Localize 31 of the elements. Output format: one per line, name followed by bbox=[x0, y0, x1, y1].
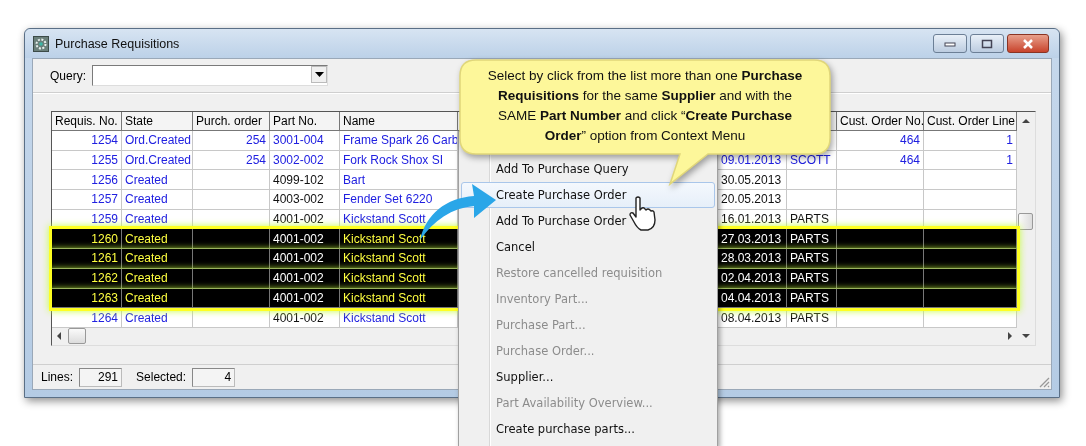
table-cell: PARTS bbox=[787, 268, 837, 289]
query-label: Query: bbox=[50, 68, 86, 83]
table-cell: 1262 bbox=[52, 268, 122, 289]
table-cell: PARTS bbox=[787, 288, 837, 309]
table-cell: 4001-002 bbox=[270, 308, 340, 328]
selected-count: 4 bbox=[192, 367, 236, 387]
table-cell: 3001-004 bbox=[270, 131, 340, 151]
table-cell: 1254 bbox=[52, 131, 122, 151]
table-cell: PARTS bbox=[787, 249, 837, 269]
table-cell: 4001-002 bbox=[270, 249, 340, 269]
callout-text: Select by click from the list more than one Purchase Requisitions for the same Supplier and with the SAME Part Number and click “Create Purchase Order” option from Context Menu bbox=[486, 67, 804, 145]
table-cell: Created bbox=[122, 190, 193, 210]
table-cell: 254 bbox=[193, 131, 270, 151]
table-cell: 4003-002 bbox=[270, 190, 340, 210]
table-cell: 4001-002 bbox=[270, 268, 340, 289]
lines-label: Lines: bbox=[41, 370, 74, 384]
table-cell: Created bbox=[122, 268, 193, 289]
selected-label: Selected: bbox=[136, 370, 187, 384]
table-cell: Created bbox=[122, 288, 193, 309]
table-cell: 464 bbox=[837, 131, 924, 151]
table-cell: 4001-002 bbox=[270, 288, 340, 309]
table-cell: 1263 bbox=[52, 288, 122, 309]
lines-count: 291 bbox=[79, 367, 123, 387]
table-cell: 1261 bbox=[52, 249, 122, 269]
table-cell: Created bbox=[122, 308, 193, 328]
table-cell: 1264 bbox=[52, 308, 122, 328]
table-cell: 1257 bbox=[52, 190, 122, 210]
table-cell: PARTS bbox=[787, 308, 837, 328]
table-cell: Created bbox=[122, 249, 193, 269]
window-title: Purchase Requisitions bbox=[55, 36, 180, 51]
table-cell: Ord.Created bbox=[122, 131, 193, 151]
